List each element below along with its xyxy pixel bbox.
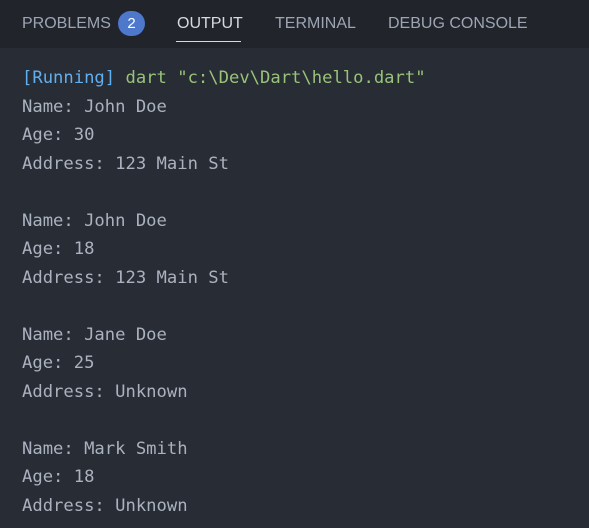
output-log[interactable]: [Running] dart "c:\Dev\Dart\hello.dart" … (22, 64, 582, 520)
output-line-name: Name: Jane Doe (22, 324, 167, 345)
running-command: dart "c:\Dev\Dart\hello.dart" (115, 68, 426, 88)
output-line-age: Age: 30 (22, 125, 95, 145)
tab-output[interactable]: OUTPUT (177, 14, 243, 34)
tab-problems[interactable]: PROBLEMS (22, 14, 111, 34)
output-blank-line (22, 178, 582, 207)
output-blank-line (22, 406, 582, 435)
output-line-name: Name: John Doe (22, 210, 167, 231)
running-line: [Running] dart "c:\Dev\Dart\hello.dart" (22, 64, 582, 93)
running-tag: [Running] (22, 68, 116, 88)
output-line-address: Address: Unknown (22, 495, 188, 516)
output-line-address: Address: Unknown (22, 381, 188, 402)
problems-count-badge: 2 (118, 11, 145, 36)
tab-debug-console[interactable]: DEBUG CONSOLE (388, 14, 528, 34)
output-line-age: Age: 18 (22, 467, 95, 487)
panel-tab-bar: PROBLEMS 2 OUTPUT TERMINAL DEBUG CONSOLE (0, 0, 589, 48)
active-tab-indicator (176, 41, 241, 42)
output-panel: PROBLEMS 2 OUTPUT TERMINAL DEBUG CONSOLE… (0, 0, 589, 528)
tab-terminal[interactable]: TERMINAL (275, 14, 356, 34)
output-line-address: Address: 123 Main St (22, 267, 229, 288)
output-line-address: Address: 123 Main St (22, 153, 229, 174)
output-blank-line (22, 292, 582, 321)
output-line-name: Name: Mark Smith (22, 438, 188, 459)
output-line-age: Age: 18 (22, 239, 95, 259)
output-line-age: Age: 25 (22, 353, 95, 373)
output-line-name: Name: John Doe (22, 96, 167, 117)
